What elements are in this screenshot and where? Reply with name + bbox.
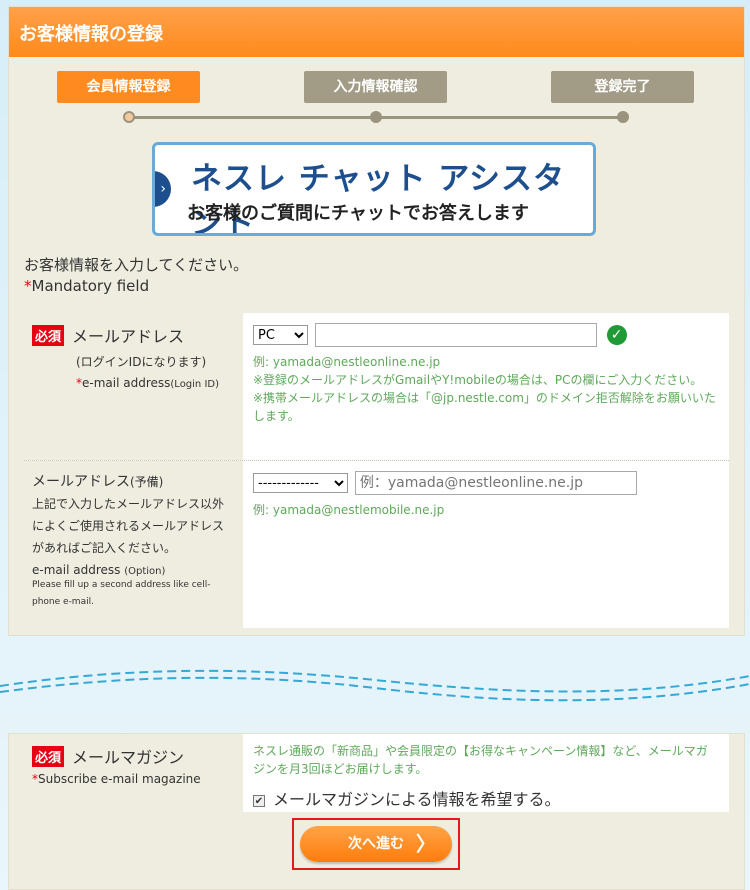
email2-example: 例: yamada@nestlemobile.ne.jp [253, 503, 445, 517]
email-row: 必須 メールアドレス (ログインIDになります) *e-mail address(… [24, 313, 729, 461]
magazine-en-label: *Subscribe e-mail magazine [32, 772, 235, 786]
magazine-checkbox-label[interactable]: メールマガジンによる情報を希望する。 [273, 790, 561, 809]
magazine-panel: 必須 メールマガジン *Subscribe e-mail magazine ネスレ… [8, 733, 745, 890]
magazine-description: ネスレ通販の「新商品」や会員限定の【お得なキャンペーン情報】など、メールマガジン… [253, 744, 708, 776]
magazine-label: メールマガジン [72, 748, 185, 767]
required-badge: 必須 [32, 324, 65, 346]
email-note-gmail: ※登録のメールアドレスがGmailやY!mobileの場合は、PCの欄にご入力く… [253, 373, 703, 387]
progress-dot-current [123, 111, 135, 123]
magazine-field-cell: ネスレ通販の「新商品」や会員限定の【お得なキャンペーン情報】など、メールマガジン… [243, 734, 729, 812]
next-button-label: 次へ進む [348, 836, 404, 852]
step-confirm: 入力情報確認 [304, 71, 447, 103]
email-label: メールアドレス [72, 327, 185, 346]
email2-en-text: e-mail address [32, 563, 121, 577]
email-field-cell: PC ✓ 例: yamada@nestleonline.ne.jp ※登録のメー… [243, 313, 729, 460]
email-login-note: (ログインIDになります) [76, 355, 207, 369]
registration-panel: お客様情報の登録 会員情報登録 入力情報確認 登録完了 › ネスレ チャット ア… [8, 6, 745, 636]
required-asterisk: * [24, 277, 32, 295]
chevron-right-icon: 〉 [416, 832, 436, 856]
email-en-small: (Login ID) [170, 379, 219, 390]
email2-en-description: Please fill up a second address like cel… [32, 580, 211, 607]
email-device-select[interactable]: PC [253, 325, 308, 345]
email-en-text: e-mail address [82, 376, 171, 390]
intro-text: お客様情報を入力してください。 [24, 256, 249, 274]
next-button-highlight: 次へ進む 〉 [292, 818, 460, 870]
email2-label-small: (予備) [130, 475, 164, 489]
chat-assistant-banner[interactable]: › ネスレ チャット アシスタント お客様のご質問にチャットでお答えします [152, 142, 596, 236]
check-icon: ✓ [606, 325, 627, 345]
mandatory-label: Mandatory field [31, 277, 150, 295]
progress-dot [617, 111, 629, 123]
mandatory-note: *Mandatory field [24, 277, 149, 295]
email-input[interactable] [314, 323, 597, 347]
email-note-mobile: ※携帯メールアドレスの場合は「@jp.nestle.com」のドメイン拒否解除を… [253, 391, 716, 423]
email2-label: メールアドレス [32, 474, 130, 490]
email-en-label: *e-mail address(Login ID) [32, 376, 235, 390]
step-complete: 登録完了 [551, 71, 694, 103]
magazine-en-text: Subscribe e-mail magazine [38, 772, 201, 786]
progress-dot [370, 111, 382, 123]
page-title: お客様情報の登録 [9, 7, 744, 57]
email2-input[interactable] [354, 471, 637, 495]
step-member-info: 会員情報登録 [57, 71, 200, 103]
email2-field-cell: ------------- 例: yamada@nestlemobile.ne.… [243, 461, 729, 628]
progress-steps: 会員情報登録 入力情報確認 登録完了 [9, 57, 744, 123]
email2-en-small: (Option) [124, 566, 166, 577]
next-button[interactable]: 次へ進む 〉 [300, 826, 452, 862]
chevron-right-icon: › [155, 171, 171, 207]
email-label-cell: 必須 メールアドレス (ログインIDになります) *e-mail address(… [24, 313, 243, 460]
magazine-checkbox[interactable]: ✔ [253, 794, 265, 807]
customer-form: 必須 メールアドレス (ログインIDになります) *e-mail address(… [24, 313, 729, 628]
email-example: 例: yamada@nestleonline.ne.jp [253, 355, 441, 369]
magazine-row: 必須 メールマガジン *Subscribe e-mail magazine ネスレ… [24, 734, 729, 812]
page-break-wave [0, 669, 750, 702]
email2-row: メールアドレス(予備) 上記で入力したメールアドレス以外によくご使用されるメール… [24, 461, 729, 628]
email2-en-label: e-mail address (Option) [32, 563, 235, 577]
magazine-label-cell: 必須 メールマガジン *Subscribe e-mail magazine [24, 734, 243, 812]
email2-description: 上記で入力したメールアドレス以外によくご使用されるメールアドレスがあればご記入く… [32, 497, 225, 555]
required-badge: 必須 [32, 745, 65, 767]
banner-subtitle: お客様のご質問にチャットでお答えします [187, 203, 529, 224]
magazine-checkbox-row[interactable]: ✔ メールマガジンによる情報を希望する。 [253, 786, 719, 810]
email2-label-cell: メールアドレス(予備) 上記で入力したメールアドレス以外によくご使用されるメール… [24, 461, 243, 628]
email2-device-select[interactable]: ------------- [253, 473, 348, 493]
